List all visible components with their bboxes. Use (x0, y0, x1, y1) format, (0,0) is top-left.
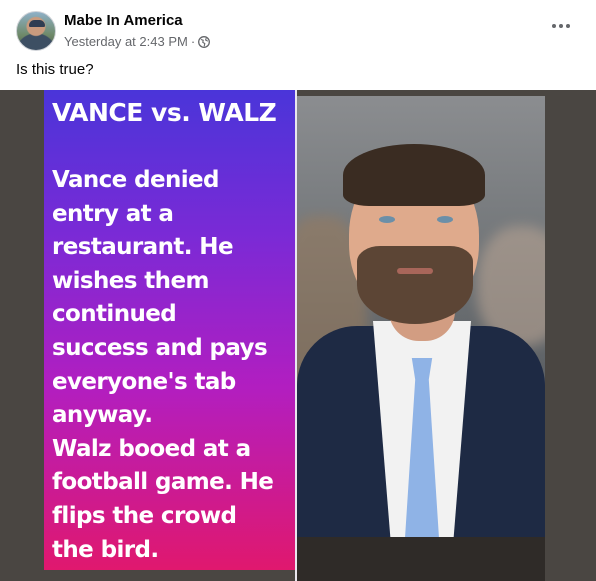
facebook-post: Mabe In America Yesterday at 2:43 PM · I… (0, 0, 596, 581)
more-options-icon[interactable] (550, 16, 572, 36)
meme-line: flips the crowd (52, 502, 237, 529)
meme-text-panel: VANCE vs. WALZ Vance denied entry at a r… (44, 90, 295, 570)
meme-title: VANCE vs. WALZ (52, 98, 277, 127)
photo-bottom-band (297, 537, 545, 581)
meme-line: everyone's tab (52, 368, 236, 395)
author-name[interactable]: Mabe In America (64, 12, 183, 29)
meme-line: Vance denied (52, 167, 219, 193)
meme-line: success and pays (52, 334, 268, 361)
post-header: Mabe In America Yesterday at 2:43 PM · (16, 10, 580, 54)
post-image[interactable]: VANCE vs. WALZ Vance denied entry at a r… (0, 90, 596, 581)
beard (357, 246, 473, 324)
meme-line: restaurant. He (52, 234, 234, 261)
meme-line: continued (52, 301, 177, 328)
meme-line: the bird. (52, 536, 159, 563)
meme-line: anyway. (52, 402, 153, 429)
meme-body: Vance denied entry at a restaurant. He w… (52, 164, 292, 567)
globe-icon (198, 35, 211, 48)
post-caption: Is this true? (16, 61, 94, 78)
avatar[interactable] (16, 11, 56, 51)
meme-line: wishes them (52, 267, 209, 294)
post-meta: Yesterday at 2:43 PM · (64, 34, 211, 49)
post-timestamp[interactable]: Yesterday at 2:43 PM (64, 34, 188, 49)
meme-line: football game. He (52, 469, 274, 496)
hair (343, 144, 485, 206)
portrait-photo (297, 96, 545, 537)
meta-separator: · (190, 34, 196, 49)
meme-line: entry at a (52, 200, 174, 227)
meme-line: Walz booed at a (52, 435, 251, 462)
